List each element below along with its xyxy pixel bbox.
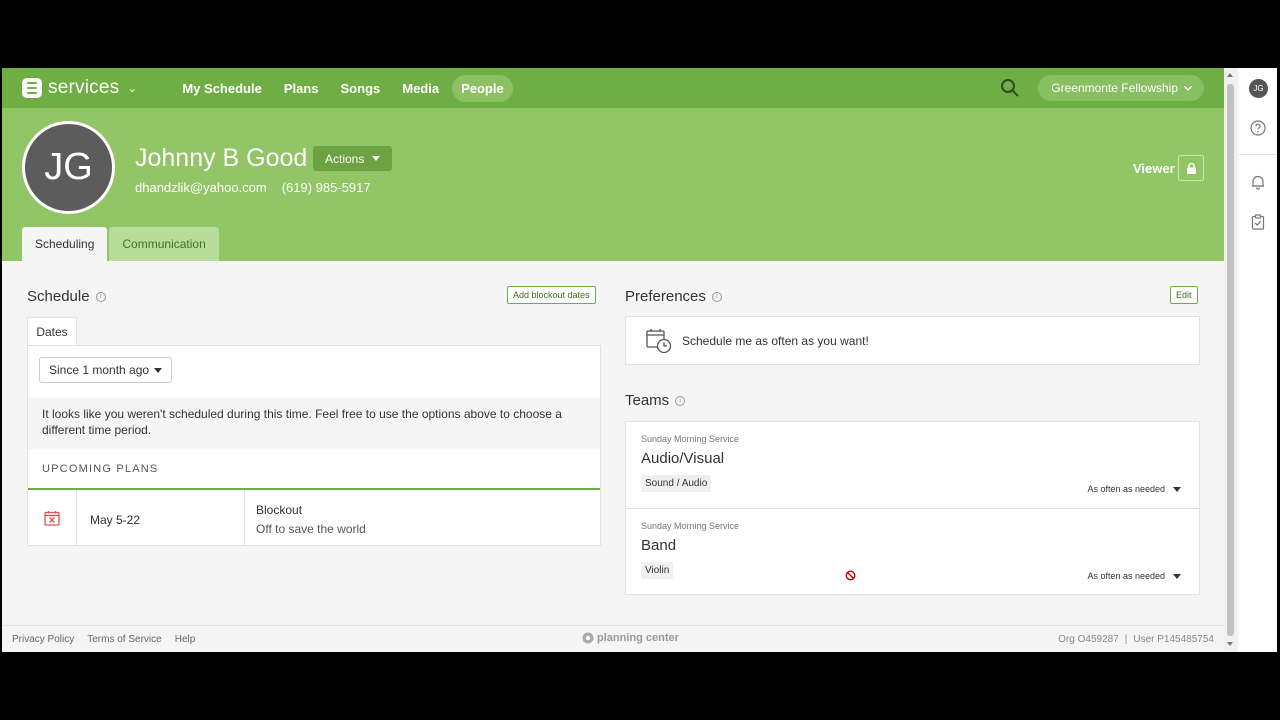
org-switcher[interactable]: Greenmonte Fellowship (1038, 75, 1204, 101)
app-window: services ⌄ My Schedule Plans Songs Media… (2, 68, 1239, 652)
teams-title: Teams (625, 392, 670, 409)
services-logo-icon (22, 78, 42, 98)
team-position-badge: Violin (641, 562, 674, 579)
person-name: Johnny B Good (135, 144, 308, 172)
teams-heading: Teams i (625, 392, 686, 409)
frequency-dropdown[interactable]: As often as needed (1087, 484, 1181, 494)
empty-schedule-message: It looks like you weren't scheduled duri… (28, 398, 600, 449)
chevron-down-icon: ⌄ (127, 81, 138, 95)
chevron-down-icon (1184, 85, 1192, 91)
schedule-title: Schedule (27, 288, 90, 305)
org-id: Org O459287 (1058, 634, 1119, 645)
nav-my-schedule[interactable]: My Schedule (173, 75, 270, 102)
permission-lock-button[interactable] (1178, 155, 1204, 181)
caret-down-icon (372, 156, 381, 161)
team-service-type: Sunday Morning Service (641, 521, 740, 531)
top-nav: services ⌄ My Schedule Plans Songs Media… (2, 68, 1224, 108)
team-card: Sunday Morning Service Band Violin As of… (626, 508, 1199, 594)
scrollbar[interactable] (1224, 68, 1237, 652)
nav-people[interactable]: People (452, 74, 513, 102)
planning-center-logo: planning center (582, 632, 679, 644)
help-icon[interactable] (1250, 120, 1266, 136)
brand-name: services (48, 77, 120, 98)
right-rail: JG (1239, 68, 1277, 652)
permission-label: Viewer (1133, 161, 1175, 176)
caret-down-icon (1173, 573, 1181, 579)
info-icon[interactable]: i (711, 291, 722, 302)
preference-text: Schedule me as often as you want! (682, 333, 869, 348)
footer: Privacy Policy Terms of Service Help pla… (2, 625, 1224, 652)
schedule-heading: Schedule i (27, 288, 106, 305)
nav-links: My Schedule Plans Songs Media People (173, 74, 513, 102)
plan-subtitle: Off to save the world (256, 522, 366, 536)
plan-row[interactable]: May 5-22 Blockout Off to save the world (28, 490, 600, 546)
email-link[interactable]: dhandzlik@yahoo.com (135, 180, 267, 195)
preferences-panel: Schedule me as often as you want! (625, 316, 1200, 365)
tab-dates[interactable]: Dates (27, 317, 77, 346)
profile-header: JG Johnny B Good Actions dhandzlik@yahoo… (2, 108, 1224, 261)
planning-center-wordmark: planning center (597, 632, 679, 644)
phone-link[interactable]: (619) 985-5917 (282, 180, 371, 195)
tab-communication[interactable]: Communication (109, 227, 219, 261)
info-icon[interactable]: i (95, 291, 106, 302)
help-link[interactable]: Help (175, 634, 196, 645)
calendar-clock-icon (646, 328, 672, 353)
team-service-type: Sunday Morning Service (641, 434, 740, 444)
clipboard-check-icon[interactable] (1250, 214, 1266, 230)
nav-plans[interactable]: Plans (275, 75, 328, 102)
caret-down-icon (1173, 486, 1181, 492)
scroll-up-icon[interactable] (1227, 73, 1233, 77)
frequency-value: As often as needed (1087, 484, 1165, 494)
search-icon[interactable] (1000, 78, 1020, 98)
team-name[interactable]: Audio/Visual (641, 450, 724, 467)
date-range-select[interactable]: Since 1 month ago (39, 357, 172, 383)
team-position-badge: Sound / Audio (641, 475, 712, 492)
user-id: User P145485754 (1133, 634, 1214, 645)
user-avatar[interactable]: JG (1249, 79, 1268, 98)
add-blockout-button[interactable]: Add blockout dates (507, 286, 596, 304)
preferences-heading: Preferences i (625, 288, 722, 305)
profile-tabs: Scheduling Communication (22, 227, 219, 261)
not-allowed-cursor-icon (845, 570, 856, 581)
calendar-blockout-icon (44, 511, 60, 526)
frequency-dropdown[interactable]: As often as needed (1087, 571, 1181, 581)
date-range-value: Since 1 month ago (49, 363, 150, 377)
preferences-title: Preferences (625, 288, 706, 305)
nav-songs[interactable]: Songs (332, 75, 390, 102)
team-card: Sunday Morning Service Audio/Visual Soun… (626, 422, 1199, 508)
contact-info: dhandzlik@yahoo.com (619) 985-5917 (135, 180, 371, 195)
teams-panel: Sunday Morning Service Audio/Visual Soun… (625, 421, 1200, 595)
plan-date: May 5-22 (90, 513, 141, 527)
scroll-down-icon[interactable] (1227, 642, 1233, 646)
planning-center-icon (582, 632, 594, 644)
info-icon[interactable]: i (675, 395, 686, 406)
scrollbar-thumb[interactable] (1227, 84, 1234, 636)
app-switcher[interactable]: services ⌄ (22, 77, 137, 99)
tab-scheduling[interactable]: Scheduling (22, 227, 108, 261)
edit-preferences-button[interactable]: Edit (1170, 286, 1198, 304)
frequency-value: As often as needed (1087, 571, 1165, 581)
lock-icon (1186, 162, 1196, 174)
notifications-bell-icon[interactable] (1250, 174, 1266, 190)
plan-title: Blockout (256, 503, 303, 517)
schedule-panel: Since 1 month ago It looks like you were… (27, 345, 601, 546)
actions-button[interactable]: Actions (313, 146, 393, 171)
caret-down-icon (154, 368, 162, 373)
avatar[interactable]: JG (22, 121, 115, 214)
actions-label: Actions (325, 151, 365, 166)
org-name: Greenmonte Fellowship (1051, 81, 1178, 95)
nav-media[interactable]: Media (393, 75, 448, 102)
privacy-policy-link[interactable]: Privacy Policy (12, 634, 74, 645)
upcoming-plans-heading: UPCOMING PLANS (42, 463, 159, 475)
team-name[interactable]: Band (641, 537, 676, 554)
terms-of-service-link[interactable]: Terms of Service (87, 634, 161, 645)
